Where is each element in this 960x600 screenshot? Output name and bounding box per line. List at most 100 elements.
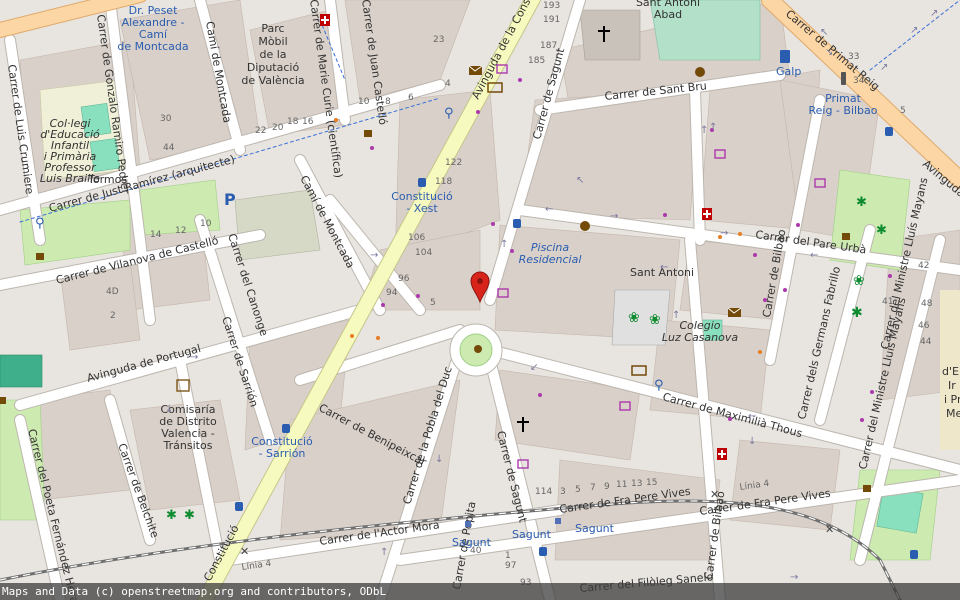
house-number: 3 xyxy=(560,487,566,497)
house-number: 8 xyxy=(385,97,391,107)
svg-text:Mòbil: Mòbil xyxy=(258,35,287,48)
house-number: 118 xyxy=(435,177,452,187)
monument-icon xyxy=(474,345,482,353)
svg-text:de València: de València xyxy=(241,74,304,87)
place-label-tormos: Tormos xyxy=(87,173,127,186)
bus-stop-icon[interactable] xyxy=(885,127,893,136)
place-label-sagunt-2: Sagunt xyxy=(512,528,552,541)
svg-text:Luz Casanova: Luz Casanova xyxy=(662,331,738,344)
bus-stop-icon[interactable] xyxy=(418,178,426,187)
parking-icon[interactable]: P xyxy=(224,190,236,209)
house-number: 10 xyxy=(358,97,370,107)
bus-stop-icon[interactable] xyxy=(235,502,243,511)
place-label-galp: Galp xyxy=(776,65,801,78)
cafe-icon[interactable] xyxy=(842,233,850,240)
house-number: 187 xyxy=(540,41,557,51)
svg-text:↙: ↙ xyxy=(530,362,538,373)
house-number: 191 xyxy=(543,15,560,25)
house-number: 12 xyxy=(175,226,186,236)
house-number: 16 xyxy=(302,117,314,127)
cafe-icon[interactable] xyxy=(0,397,6,404)
pharmacy-icon[interactable] xyxy=(717,448,727,460)
level-crossing-icon: ✕ xyxy=(240,545,249,558)
svg-text:de la: de la xyxy=(259,48,286,61)
svg-text:↖: ↖ xyxy=(820,27,828,38)
house-number: 4D xyxy=(106,287,119,297)
station-icon[interactable] xyxy=(465,521,471,527)
svg-text:→: → xyxy=(370,250,378,261)
house-number: 106 xyxy=(408,233,425,243)
bus-stop-icon[interactable] xyxy=(539,547,547,556)
svg-text:↑: ↑ xyxy=(700,125,708,136)
house-number: 34 xyxy=(853,76,865,86)
house-number: 33 xyxy=(848,52,859,62)
svg-text:Residencial: Residencial xyxy=(519,253,582,266)
playground-icon: ✱ xyxy=(851,305,863,321)
svg-text:→: → xyxy=(190,352,198,363)
playground-icon: ✱ xyxy=(166,508,177,523)
svg-text:↓: ↓ xyxy=(435,454,443,465)
svg-text:↑: ↑ xyxy=(500,239,508,250)
bicycle-rental-icon[interactable]: ⚲ xyxy=(35,216,45,231)
svg-text:↓: ↓ xyxy=(165,404,173,415)
svg-text:Me: Me xyxy=(946,407,960,420)
bicycle-rental-icon[interactable]: ⚲ xyxy=(444,106,454,121)
svg-text:↗: ↗ xyxy=(910,25,918,36)
house-number: 185 xyxy=(528,56,545,66)
svg-text:Diputació: Diputació xyxy=(247,61,300,74)
svg-text:Abad: Abad xyxy=(654,8,682,21)
house-number: 96 xyxy=(398,274,410,284)
svg-text:↗: ↗ xyxy=(880,62,888,73)
cafe-icon[interactable] xyxy=(36,253,44,260)
bicycle-rental-icon[interactable]: ⚲ xyxy=(654,378,664,393)
map-canvas[interactable]: Avinguda de la Constitució Carrer de Sag… xyxy=(0,0,960,600)
house-number: 15 xyxy=(646,478,657,488)
svg-text:↑: ↑ xyxy=(672,310,680,321)
house-number: 40 xyxy=(470,546,482,556)
place-label-constitucio-sarrion: Constitució - Sarrión xyxy=(251,435,313,460)
house-number: 104 xyxy=(415,248,432,258)
playground-icon: ✱ xyxy=(876,223,887,238)
house-number: 41 xyxy=(882,297,893,307)
house-number: 20 xyxy=(272,123,284,133)
svg-text:↑: ↑ xyxy=(709,122,717,133)
fuel-icon[interactable] xyxy=(780,50,790,63)
svg-text:→: → xyxy=(790,572,798,583)
svg-text:Tránsitos: Tránsitos xyxy=(163,439,213,452)
house-number: 9 xyxy=(604,482,610,492)
house-number: 5 xyxy=(900,106,906,116)
house-number: 5 xyxy=(575,485,581,495)
theatre-icon[interactable] xyxy=(695,67,705,77)
svg-text:→: → xyxy=(610,211,618,222)
cafe-icon[interactable] xyxy=(863,485,871,492)
bus-stop-icon[interactable] xyxy=(513,219,521,228)
pharmacy-icon[interactable] xyxy=(320,14,330,26)
house-number: 1 xyxy=(505,551,511,561)
svg-text:i Pr: i Pr xyxy=(944,393,960,406)
house-number: 2 xyxy=(110,311,116,321)
house-number: 23 xyxy=(433,35,444,45)
bus-stop-icon[interactable] xyxy=(910,550,918,559)
post-office-icon[interactable] xyxy=(468,65,483,75)
house-number: 11 xyxy=(616,480,627,490)
house-number: 13 xyxy=(631,479,642,489)
house-number: 46 xyxy=(918,321,930,331)
post-office-icon[interactable] xyxy=(727,307,742,317)
house-number: 14 xyxy=(150,230,162,240)
station-icon[interactable] xyxy=(555,518,561,524)
pharmacy-icon[interactable] xyxy=(702,208,712,220)
svg-text:←: ← xyxy=(545,204,553,215)
svg-text:←: ← xyxy=(748,411,756,422)
dog-park-icon: ❀ xyxy=(649,312,661,328)
bus-stop-icon[interactable] xyxy=(282,424,290,433)
house-number: 18 xyxy=(287,117,299,127)
house-number: 42 xyxy=(918,261,929,271)
house-number: 97 xyxy=(505,561,516,571)
theatre-icon[interactable] xyxy=(580,221,590,231)
map-attribution: Maps and Data (c) openstreetmap.org and … xyxy=(0,583,960,600)
svg-text:Parc: Parc xyxy=(261,22,284,35)
house-number: 114 xyxy=(535,487,552,497)
svg-text:↗: ↗ xyxy=(930,8,938,19)
cafe-icon[interactable] xyxy=(364,130,372,137)
map-view[interactable]: Avinguda de la Constitució Carrer de Sag… xyxy=(0,0,960,600)
